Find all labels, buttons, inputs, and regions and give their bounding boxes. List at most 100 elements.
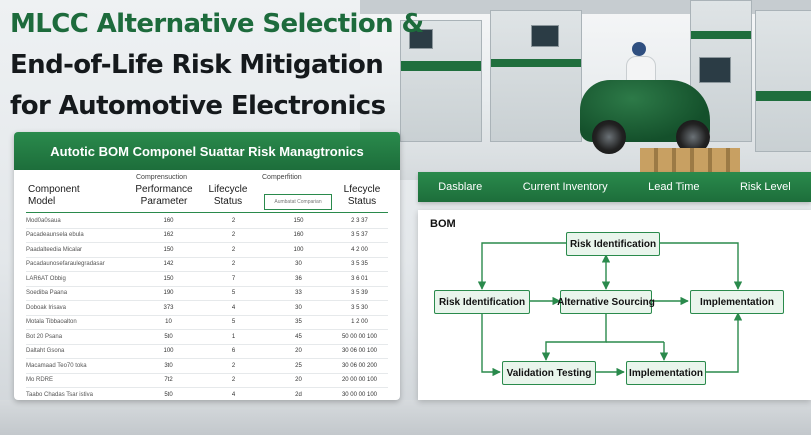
cell-lifecycle-2: 3 5 35 bbox=[351, 261, 368, 268]
cell-lifecycle-2: 3 5 37 bbox=[351, 232, 368, 239]
nav-item-lead-time[interactable]: Lead Time bbox=[648, 181, 699, 193]
table-row[interactable]: Paadalteedia Micalar 150 2 100 4 2 00 bbox=[26, 243, 388, 258]
node-alternative-sourcing[interactable]: Alternative Sourcing bbox=[557, 290, 655, 314]
cell-model: Macamaad Teo70 toka bbox=[26, 362, 87, 369]
cell-lifecycle-2: 3 5 30 bbox=[351, 304, 368, 311]
cell-comparison: 33 bbox=[295, 290, 302, 297]
table-row[interactable]: Motala Tibbaoalton 10 5 35 1 2 00 bbox=[26, 316, 388, 330]
flow-title: BOM bbox=[430, 218, 456, 230]
nav-item-dashboard[interactable]: Dasblare bbox=[438, 181, 482, 193]
cell-model: Bot 20 Psana bbox=[26, 333, 63, 340]
cell-performance: 5t0 bbox=[164, 391, 173, 398]
cell-comparison: 100 bbox=[293, 246, 304, 253]
column-header-performance[interactable]: Performance Parameter bbox=[126, 184, 202, 208]
cell-performance: 150 bbox=[163, 246, 174, 253]
group-label-1: Comprensuction bbox=[136, 174, 187, 181]
node-implementation-right[interactable]: Implementation bbox=[690, 290, 784, 314]
cell-comparison: 36 bbox=[295, 275, 302, 282]
cell-comparison: 35 bbox=[295, 319, 302, 326]
comparison-box: Aumbatat Comparian bbox=[264, 194, 332, 210]
cell-lifecycle-2: 4 2 00 bbox=[351, 246, 368, 253]
table-row[interactable]: Daltaht Gsona 100 6 20 30 06 00 100 bbox=[26, 345, 388, 359]
cell-model: Pacadaunosefaraulegradasar bbox=[26, 261, 105, 268]
table-row[interactable]: Bot 20 Psana 5t0 1 45 50 00 00 100 bbox=[26, 330, 388, 345]
cell-performance: 150 bbox=[163, 275, 174, 282]
title-line-3: for Automotive Electronics bbox=[10, 91, 386, 121]
cell-performance: 7t2 bbox=[164, 377, 173, 384]
cell-comparison: 2d bbox=[295, 391, 302, 398]
bom-table-header: Autotic BOM Componel Suattar Risk Managt… bbox=[14, 132, 400, 170]
cell-lifecycle: 2 bbox=[231, 232, 236, 239]
cell-performance: 3t0 bbox=[164, 362, 173, 369]
table-row[interactable]: Pacadeaunsela ebula 162 2 160 3 5 37 bbox=[26, 229, 388, 243]
table-row[interactable]: Pacadaunosefaraulegradasar 142 2 30 3 5 35 bbox=[26, 258, 388, 272]
cell-model: LAR6AT Obbig bbox=[26, 275, 66, 282]
column-header-lifecycle[interactable]: Lifecycle Status bbox=[200, 184, 256, 208]
title-line-2: End-of-Life Risk Mitigation bbox=[10, 50, 384, 80]
dashboard-nav-bar: Dasblare Current Inventory Lead Time Ris… bbox=[418, 172, 811, 202]
cell-performance: 5t0 bbox=[164, 333, 173, 340]
cell-lifecycle-2: 30 06 00 200 bbox=[341, 362, 378, 369]
cell-lifecycle: 1 bbox=[231, 333, 236, 340]
nav-item-risk-level[interactable]: Risk Level bbox=[740, 181, 791, 193]
cell-model: Pacadeaunsela ebula bbox=[26, 232, 84, 239]
table-row[interactable]: LAR6AT Obbig 150 7 36 3 6 01 bbox=[26, 272, 388, 287]
cell-lifecycle: 2 bbox=[231, 217, 236, 224]
title-line-1: MLCC Alternative Selection & bbox=[10, 9, 424, 39]
node-implementation-bottom[interactable]: Implementation bbox=[626, 361, 706, 385]
cell-comparison: 30 bbox=[295, 304, 302, 311]
table-row[interactable]: Soediba Paana 190 5 33 3 5 39 bbox=[26, 287, 388, 301]
table-row[interactable]: Mo RDRE 7t2 2 20 20 00 00 100 bbox=[26, 374, 388, 388]
bom-flow-diagram: BOM Risk Identification Risk Identificat… bbox=[418, 210, 811, 400]
cell-model: Mod0a0saua bbox=[26, 217, 61, 224]
cell-lifecycle: 4 bbox=[231, 304, 236, 311]
cell-comparison: 45 bbox=[295, 333, 302, 340]
table-row[interactable]: Doboak Irisava 373 4 30 3 5 30 bbox=[26, 301, 388, 316]
cell-lifecycle-2: 30 00 00 100 bbox=[341, 391, 378, 398]
cell-lifecycle-2: 30 06 00 100 bbox=[341, 348, 378, 355]
cell-performance: 373 bbox=[163, 304, 174, 311]
header-divider bbox=[26, 212, 388, 213]
cell-lifecycle-2: 2 3 37 bbox=[351, 217, 368, 224]
column-header-model[interactable]: Component Model bbox=[28, 184, 108, 208]
cell-lifecycle: 2 bbox=[231, 246, 236, 253]
arrow-top-to-right bbox=[658, 242, 743, 290]
factory-background-image bbox=[360, 0, 811, 180]
node-validation-testing[interactable]: Validation Testing bbox=[502, 361, 596, 385]
cell-model: Doboak Irisava bbox=[26, 304, 67, 311]
nav-item-current-inventory[interactable]: Current Inventory bbox=[523, 181, 608, 193]
bom-risk-table-panel: Autotic BOM Componel Suattar Risk Managt… bbox=[14, 132, 400, 400]
cell-comparison: 160 bbox=[293, 232, 304, 239]
node-risk-identification-top[interactable]: Risk Identification bbox=[566, 232, 660, 256]
cell-comparison: 150 bbox=[293, 217, 304, 224]
cell-performance: 10 bbox=[165, 319, 172, 326]
cell-comparison: 20 bbox=[295, 377, 302, 384]
table-row[interactable]: Mod0a0saua 160 2 150 2 3 37 bbox=[26, 214, 388, 229]
arrow-sourcing-to-validation bbox=[541, 313, 607, 361]
cell-model: Mo RDRE bbox=[26, 377, 54, 384]
arrow-impl-to-right bbox=[704, 312, 743, 373]
cell-model: Taabo Chadas Tsar istiva bbox=[26, 391, 93, 398]
cell-performance: 142 bbox=[163, 261, 174, 268]
node-risk-identification-left[interactable]: Risk Identification bbox=[434, 290, 530, 314]
cell-model: Paadalteedia Micalar bbox=[26, 246, 83, 253]
cell-comparison: 20 bbox=[295, 348, 302, 355]
cell-comparison: 30 bbox=[295, 261, 302, 268]
cell-lifecycle-2: 3 5 39 bbox=[351, 290, 368, 297]
cell-lifecycle: 2 bbox=[231, 377, 236, 384]
cell-performance: 100 bbox=[163, 348, 174, 355]
column-header-lifecycle-2[interactable]: Lfecycle Status bbox=[332, 184, 392, 208]
table-row[interactable]: Macamaad Teo70 toka 3t0 2 25 30 06 00 200 bbox=[26, 359, 388, 374]
cell-lifecycle: 5 bbox=[231, 319, 236, 326]
cell-lifecycle: 2 bbox=[231, 362, 236, 369]
table-row[interactable]: Taabo Chadas Tsar istiva 5t0 4 2d 30 00 00 1… bbox=[26, 388, 388, 400]
cell-lifecycle: 5 bbox=[231, 290, 236, 297]
arrow-top-to-left bbox=[477, 242, 566, 290]
group-label-2: Comperfition bbox=[262, 174, 302, 181]
cell-comparison: 25 bbox=[295, 362, 302, 369]
cell-performance: 190 bbox=[163, 290, 174, 297]
cell-performance: 160 bbox=[163, 217, 174, 224]
cell-performance: 162 bbox=[163, 232, 174, 239]
bom-table-body: Mod0a0saua 160 2 150 2 3 37 Pacadeaunsela ebu… bbox=[26, 214, 388, 400]
factory-floor bbox=[0, 400, 811, 435]
